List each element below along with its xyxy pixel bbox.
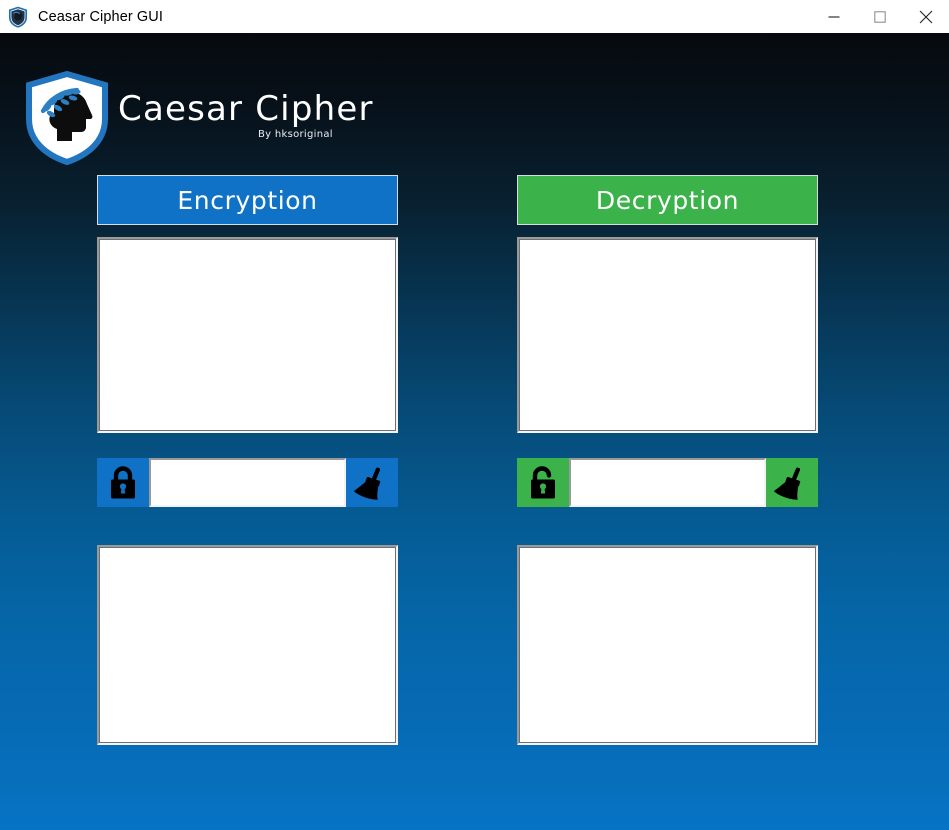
application-window: Ceasar Cipher GUI Caesar Cipher By hksor… [0, 0, 949, 830]
encryption-action-row [97, 458, 398, 507]
shield-icon [7, 6, 29, 28]
lock-open-icon [531, 465, 555, 498]
encryption-input-text [99, 239, 396, 431]
decryption-title-button[interactable]: Decryption [517, 175, 818, 225]
decryption-title-label: Decryption [595, 185, 740, 215]
decrypt-button[interactable] [517, 458, 569, 507]
maximize-icon [874, 10, 886, 23]
minimize-button[interactable] [811, 1, 857, 33]
encryption-input-textarea[interactable] [97, 237, 398, 433]
encryption-output-textarea[interactable] [97, 545, 398, 745]
brand-title: Caesar Cipher [118, 89, 374, 129]
decryption-clear-button[interactable] [766, 458, 818, 507]
encryption-output-text [99, 547, 396, 743]
minimize-icon [828, 15, 840, 18]
broom-icon [353, 467, 381, 500]
window-title: Ceasar Cipher GUI [38, 8, 163, 25]
brand-byline: By hksoriginal [258, 129, 333, 140]
decryption-output-text [519, 547, 816, 743]
encryption-clear-button[interactable] [346, 458, 398, 507]
app-header: Caesar Cipher By hksoriginal [0, 33, 949, 166]
decryption-input-text [519, 239, 816, 431]
broom-icon [773, 467, 801, 500]
encrypt-button[interactable] [97, 458, 149, 507]
close-button[interactable] [903, 1, 949, 33]
lock-closed-icon [111, 465, 135, 498]
decryption-action-row [517, 458, 818, 507]
decryption-input-textarea[interactable] [517, 237, 818, 433]
decryption-output-textarea[interactable] [517, 545, 818, 745]
window-titlebar: Ceasar Cipher GUI [0, 0, 949, 33]
caesar-shield-logo-icon [24, 70, 110, 166]
main-content: Caesar Cipher By hksoriginal Encryption [0, 33, 949, 830]
decryption-key-input[interactable] [569, 458, 766, 507]
encryption-key-input[interactable] [149, 458, 346, 507]
maximize-button[interactable] [857, 1, 903, 33]
encryption-title-button[interactable]: Encryption [97, 175, 398, 225]
encryption-title-label: Encryption [177, 185, 318, 215]
close-icon [919, 10, 933, 23]
